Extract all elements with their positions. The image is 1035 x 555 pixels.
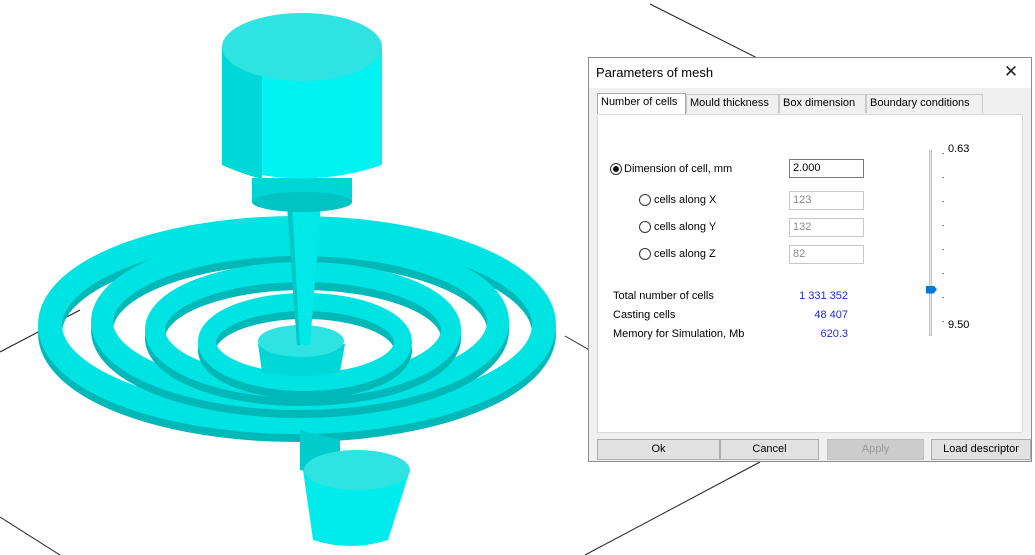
- close-button[interactable]: ✕: [991, 58, 1031, 88]
- cells-along-x-input[interactable]: 123: [789, 191, 864, 210]
- cells-along-z-input[interactable]: 82: [789, 245, 864, 264]
- ok-button[interactable]: Ok: [597, 439, 720, 460]
- slider-tick: [942, 297, 944, 298]
- apply-button[interactable]: Apply: [827, 439, 924, 460]
- slider-tick: [942, 273, 944, 274]
- slider-tick: [942, 177, 944, 178]
- slider-max-label: 0.63: [948, 143, 970, 155]
- dimension-of-cell-label: Dimension of cell, mm: [624, 163, 733, 175]
- casting-cells-label: Casting cells: [613, 309, 676, 321]
- mesh-parameters-dialog: Parameters of mesh ✕ Number of cells Mou…: [588, 57, 1032, 462]
- cells-along-x-label: cells along X: [654, 194, 717, 206]
- cells-along-y-radio[interactable]: [639, 221, 651, 233]
- dimension-of-cell-radio[interactable]: [610, 163, 622, 175]
- slider-tick: [942, 153, 944, 154]
- memory-value: 620.3: [820, 328, 848, 340]
- dialog-titlebar[interactable]: Parameters of mesh ✕: [589, 58, 1031, 88]
- slider-tick: [942, 249, 944, 250]
- cells-along-z-label: cells along Z: [654, 248, 716, 260]
- casting-model: [38, 13, 556, 546]
- casting-cells-value: 48 407: [814, 309, 848, 321]
- dialog-title: Parameters of mesh: [596, 65, 714, 80]
- dimension-of-cell-input[interactable]: 2.000: [789, 159, 864, 178]
- total-cells-value: 1 331 352: [799, 290, 848, 302]
- cancel-button[interactable]: Cancel: [720, 439, 819, 460]
- pouring-cup: [222, 13, 382, 212]
- slider-track[interactable]: [929, 150, 932, 336]
- total-cells-label: Total number of cells: [613, 290, 714, 302]
- slider-tick: [942, 225, 944, 226]
- tab-mould-thickness[interactable]: Mould thickness: [686, 94, 779, 113]
- memory-label: Memory for Simulation, Mb: [613, 328, 745, 340]
- cells-along-y-label: cells along Y: [654, 221, 717, 233]
- tab-number-of-cells[interactable]: Number of cells: [597, 93, 686, 114]
- feeder-bottom: [303, 450, 410, 546]
- close-icon: ✕: [1003, 62, 1019, 81]
- tab-boundary-conditions[interactable]: Boundary conditions: [866, 94, 983, 113]
- cells-along-y-input[interactable]: 132: [789, 218, 864, 237]
- cells-along-z-radio[interactable]: [639, 248, 651, 260]
- slider-min-label: 9.50: [948, 319, 970, 331]
- load-descriptor-button[interactable]: Load descriptor: [931, 439, 1031, 460]
- tab-panel: Dimension of cell, mm 2.000 cells along …: [597, 114, 1023, 433]
- slider-tick: [942, 201, 944, 202]
- cells-along-x-radio[interactable]: [639, 194, 651, 206]
- slider-tick: [942, 321, 944, 322]
- slider-thumb[interactable]: [926, 285, 937, 294]
- tab-box-dimension[interactable]: Box dimension: [779, 94, 866, 113]
